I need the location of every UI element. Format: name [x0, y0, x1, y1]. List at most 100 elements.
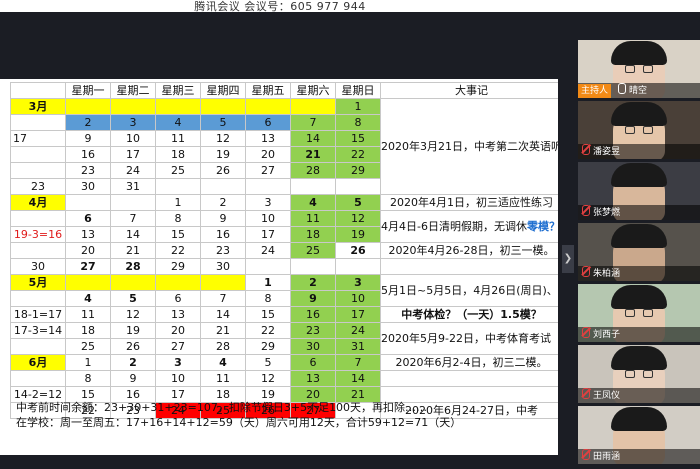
- month-label-june: 6月: [10, 354, 66, 371]
- day-cell: 30: [65, 178, 111, 195]
- march-row-1: 3月 1 2020年3月21日，中考第二次英语听说机考考试。: [10, 98, 558, 195]
- day-cell: 16: [65, 146, 111, 163]
- participant-tile[interactable]: 张梦燃: [578, 162, 700, 220]
- june-row-1: 6月 1 2 3 4 5 6 7 2020年6月2-4日，初三二模。: [10, 354, 558, 371]
- day-cell: 2: [290, 274, 336, 291]
- day-cell: 9: [200, 210, 246, 227]
- day-cell: 8: [245, 290, 291, 307]
- participant-name: 王凤仪: [593, 391, 621, 401]
- collapse-panel-handle[interactable]: ❯: [562, 245, 574, 273]
- may-row-1: 5月 1 2 3 5月1日~5月5日，4月26日(周日)、5月9日(周六)上班: [10, 274, 558, 307]
- day-cell: 31: [335, 338, 381, 355]
- day-cell: 4: [290, 194, 336, 211]
- day-cell: 10: [245, 210, 291, 227]
- day-cell: 9: [290, 290, 336, 307]
- participant-name: 张梦燃: [593, 208, 621, 218]
- day-cell: 8: [65, 370, 111, 387]
- participant-name-bar: 张梦燃: [578, 205, 700, 220]
- day-cell: 26: [200, 162, 246, 179]
- participant-name: 刘西子: [593, 330, 621, 340]
- participant-name-bar: 田雨涵: [578, 449, 700, 464]
- april-row-4: 20 21 22 23 24 25 26 2020年4月26-28日，初三一模。: [10, 242, 558, 259]
- day-cell: 1: [155, 194, 201, 211]
- day-cell: 31: [110, 178, 156, 195]
- event-note-march: 2020年3月21日，中考第二次英语听说机考考试。: [380, 98, 558, 195]
- day-cell: 12: [245, 370, 291, 387]
- may-row-4: 17-3=14 18 19 20 21 22 23 24 2020年5月9-22…: [10, 322, 558, 355]
- participant-tile[interactable]: 主持人 晴空: [578, 40, 700, 98]
- event-note-april-2: 4月4日-6日清明假期，无调休零模？: [380, 210, 558, 243]
- day-cell: 15: [155, 226, 201, 243]
- event-note-may-1: 5月1日~5月5日，4月26日(周日)、5月9日(周六)上班: [380, 274, 558, 307]
- day-cell: 28: [290, 162, 336, 179]
- april-row-2: 6 7 8 9 10 11 12 4月4日-6日清明假期，无调休零模？: [10, 210, 558, 243]
- day-cell: 24: [335, 322, 381, 339]
- day-cell: 13: [65, 226, 111, 243]
- month-label-may: 5月: [10, 274, 66, 291]
- participant-name: 田雨涵: [593, 452, 621, 462]
- participant-tile[interactable]: 潘姿昱: [578, 101, 700, 159]
- day-cell: 29: [245, 338, 291, 355]
- day-cell: 21: [200, 322, 246, 339]
- day-cell: 14: [335, 370, 381, 387]
- participant-name-bar: 朱柏涵: [578, 266, 700, 281]
- day-cell: 23: [290, 322, 336, 339]
- day-cell: 2: [110, 354, 156, 371]
- participant-name: 潘姿昱: [593, 147, 621, 157]
- day-cell: 4: [200, 354, 246, 371]
- day-cell: 10: [110, 130, 156, 147]
- day-cell: 6: [155, 290, 201, 307]
- day-cell: 23: [200, 242, 246, 259]
- participant-name: 朱柏涵: [593, 269, 621, 279]
- summary-line-2: 在学校：周一至周五：17+16+14+12=59（天）周六可用12天，合计59+…: [16, 416, 462, 429]
- participant-tile[interactable]: 王凤仪: [578, 345, 700, 403]
- host-badge: 主持人: [578, 84, 612, 98]
- mic-muted-icon: [582, 449, 590, 460]
- weekday-fri: 星期五: [245, 82, 291, 99]
- day-cell: 7: [335, 354, 381, 371]
- month-label-march: 3月: [10, 98, 66, 115]
- day-cell: 7: [290, 114, 336, 131]
- weekday-header-row: 星期一 星期二 星期三 星期四 星期五 星期六 星期日 大事记: [10, 82, 558, 99]
- day-cell: 25: [65, 338, 111, 355]
- day-cell: 3: [110, 114, 156, 131]
- school-days-count: 17-3=14: [10, 322, 66, 339]
- day-cell: 3: [245, 194, 291, 211]
- day-cell: 25: [155, 162, 201, 179]
- day-cell: 19: [335, 226, 381, 243]
- month-label-april: 4月: [10, 194, 66, 211]
- mic-muted-icon: [582, 266, 590, 277]
- day-cell: 17: [110, 146, 156, 163]
- day-cell: 20: [65, 242, 111, 259]
- day-cell: 7: [200, 290, 246, 307]
- mic-muted-icon: [582, 388, 590, 399]
- school-days-count: 30: [10, 258, 66, 275]
- day-cell: 19: [110, 322, 156, 339]
- day-cell: 8: [335, 114, 381, 131]
- day-cell: 22: [335, 146, 381, 163]
- day-cell: 21: [110, 242, 156, 259]
- day-cell: 29: [155, 258, 201, 275]
- day-cell: 12: [200, 130, 246, 147]
- day-cell: 13: [290, 370, 336, 387]
- day-cell: 29: [335, 162, 381, 179]
- day-cell: 10: [155, 370, 201, 387]
- mic-muted-icon: [582, 144, 590, 155]
- day-cell: 12: [110, 306, 156, 323]
- day-cell: 22: [245, 322, 291, 339]
- weekday-mon: 星期一: [65, 82, 111, 99]
- day-cell: 11: [200, 370, 246, 387]
- day-cell: 17: [335, 306, 381, 323]
- day-cell: 5: [335, 194, 381, 211]
- participant-tile[interactable]: 刘西子: [578, 284, 700, 342]
- june-row-2: 8 9 10 11 12 13 14: [10, 370, 558, 387]
- participant-tile[interactable]: 朱柏涵: [578, 223, 700, 281]
- weekday-sun: 星期日: [335, 82, 381, 99]
- participant-tile[interactable]: 田雨涵: [578, 406, 700, 464]
- day-cell: 4: [155, 114, 201, 131]
- chevron-right-icon: ❯: [563, 253, 573, 264]
- participant-name-bar: 主持人 晴空: [578, 83, 700, 98]
- mic-icon: [618, 83, 627, 94]
- day-cell: 11: [155, 130, 201, 147]
- top-bar: 腾讯会议 会议号：605 977 944: [0, 0, 700, 13]
